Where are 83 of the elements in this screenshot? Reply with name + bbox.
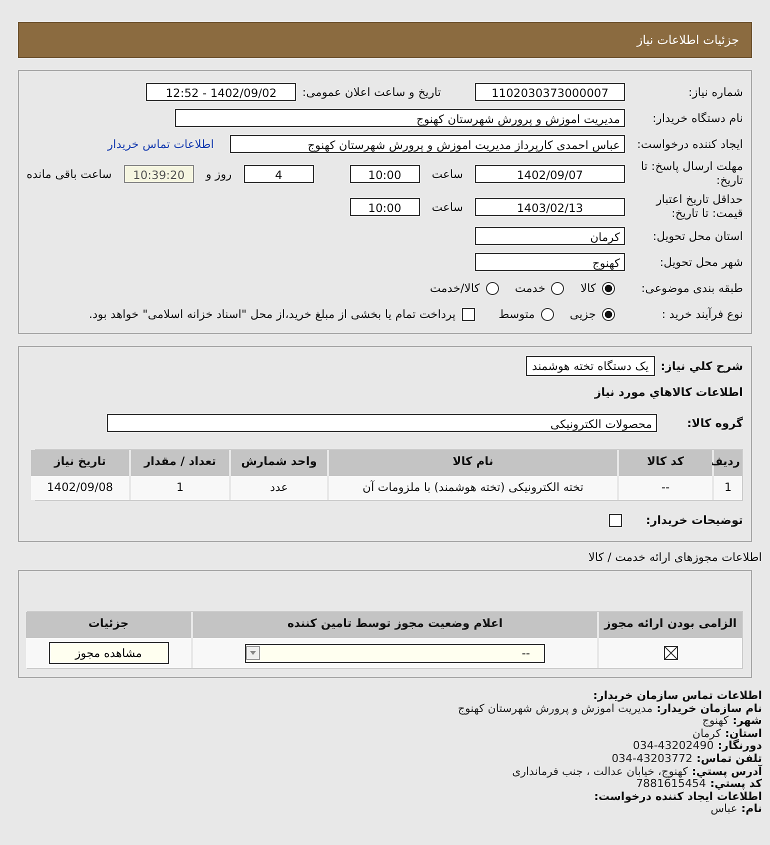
validity-time-field[interactable]: 10:00 xyxy=(350,198,420,216)
goods-group-field[interactable]: محصولات الکترونیکی xyxy=(107,414,657,432)
contact-value: کهنوج، خیابان عدالت ، جنب فرمانداری xyxy=(512,766,688,778)
field-label: شهر محل تحویل: xyxy=(658,255,743,269)
requester-field[interactable]: عباس احمدی کارپرداز مدیریت اموزش و پرورش شهرستان کهنوج xyxy=(230,135,625,153)
field-label: ایجاد کننده درخواست: xyxy=(636,137,743,151)
field-label: ساعت xyxy=(430,200,464,214)
contact-value: کهنوج xyxy=(702,715,729,728)
field-label: ساعت باقی مانده xyxy=(26,166,113,180)
field-label: گروه کالا: xyxy=(686,416,743,430)
section-title: اطلاعات مجوزهای ارائه خدمت / کالا xyxy=(587,550,762,564)
radio-button[interactable] xyxy=(551,282,564,294)
table-cell: تخته الکترونیکی (تخته هوشمند) با ملزومات آن xyxy=(327,476,617,500)
section-title: اطلاعات کالاهاي مورد نياز xyxy=(594,385,743,399)
buyer-org-field[interactable]: مدیریت اموزش و پرورش شهرستان کهنوج xyxy=(175,109,625,127)
radio-button[interactable] xyxy=(602,282,615,294)
field-label: تاریخ و ساعت اعلان عمومی: xyxy=(302,85,441,99)
contact-label: آدرس پستي: xyxy=(692,766,762,778)
view-license-button[interactable]: مشاهده مجوز xyxy=(48,642,168,664)
radio-label: کالا/خدمت xyxy=(430,281,480,295)
contact-label: استان: xyxy=(725,728,762,740)
field-label: طبقه بندی موضوعی: xyxy=(640,281,743,295)
radio-label: جزیی xyxy=(570,307,596,321)
radio-button[interactable] xyxy=(486,282,499,294)
contact-label: نام: xyxy=(741,803,762,816)
contact-value: 034-43203772 xyxy=(612,752,693,766)
field-label: نوع فرآیند خرید : xyxy=(660,307,743,321)
checkbox[interactable] xyxy=(608,514,622,526)
table-cell: -- xyxy=(617,476,712,500)
status-dropdown[interactable]: -- xyxy=(245,644,545,662)
contact-value: کرمان xyxy=(692,728,721,740)
column-header: الزامی بودن ارائه مجوز xyxy=(597,612,742,638)
contact-label: نام سازمان خریدار: xyxy=(656,702,762,715)
need-number-field[interactable]: 1102030373000007 xyxy=(475,83,625,101)
column-header: تاریخ نیاز xyxy=(29,450,129,476)
field-label: ساعت xyxy=(430,166,464,180)
field-label: توضیحات خریدار: xyxy=(646,513,743,527)
table-cell: 1 xyxy=(712,476,742,500)
radio-label: متوسط xyxy=(498,307,535,321)
field-label: روز و xyxy=(204,166,233,180)
province-field[interactable]: کرمان xyxy=(475,227,625,245)
announce-date-field[interactable]: 1402/09/02 - 12:52 xyxy=(146,83,296,101)
checkbox-label: پرداخت تمام یا بخشی از مبلغ خرید،از محل "اسناد خزانه اسلامی" خواهد بود. xyxy=(88,307,456,321)
field-label: مهلت ارسال پاسخ: تا تاریخ: xyxy=(640,160,743,187)
remaining-time-field: 10:39:20 xyxy=(124,164,194,182)
contact-heading: اطلاعات تماس سازمان خریدار: xyxy=(593,690,762,703)
column-header: نام کالا xyxy=(327,450,617,476)
validity-date-field[interactable]: 1403/02/13 xyxy=(475,198,625,216)
radio-button[interactable] xyxy=(602,308,615,320)
contact-heading: اطلاعات ایجاد کننده درخواست: xyxy=(594,790,762,804)
radio-label: خدمت xyxy=(514,281,546,295)
contact-value: 7881615454 xyxy=(636,778,706,791)
field-label: حداقل تاریخ اعتبار قیمت: تا تاریخ: xyxy=(654,193,743,220)
deadline-time-field[interactable]: 10:00 xyxy=(350,164,420,182)
page-title: جزئیات اطلاعات نیاز xyxy=(636,33,739,47)
column-header: کد کالا xyxy=(617,450,712,476)
column-header: تعداد / مقدار xyxy=(129,450,229,476)
field-label: شرح کلي نياز: xyxy=(660,359,743,373)
days-field[interactable]: 4 xyxy=(244,164,314,182)
column-header: جزئیات xyxy=(26,612,191,638)
table-cell: 1402/09/08 xyxy=(29,476,129,500)
column-header: اعلام وضعیت مجوز توسط تامین کننده xyxy=(191,612,597,638)
field-label: استان محل تحویل: xyxy=(652,229,743,243)
field-label: نام دستگاه خریدار: xyxy=(651,111,743,125)
field-label: شماره نیاز: xyxy=(687,85,743,99)
contact-label: شهر: xyxy=(732,715,762,728)
description-field[interactable]: یک دستگاه تخته هوشمند xyxy=(526,356,655,376)
table-cell: 1 xyxy=(129,476,229,500)
city-field[interactable]: کهنوج xyxy=(475,253,625,271)
radio-label: کالا xyxy=(580,281,596,295)
contact-label: دورنگار: xyxy=(718,740,762,753)
checkbox[interactable] xyxy=(462,308,475,320)
caret-icon xyxy=(246,646,260,660)
column-header: واحد شمارش xyxy=(229,450,327,476)
contact-label: کد پستي: xyxy=(710,778,762,791)
radio-button[interactable] xyxy=(540,308,554,320)
deadline-date-field[interactable]: 1402/09/07 xyxy=(475,164,625,182)
contact-value: 034-43202490 xyxy=(632,740,714,753)
buyer-contact-link[interactable]: اطلاعات تماس خریدار xyxy=(107,137,214,151)
contact-label: تلفن تماس: xyxy=(696,752,762,765)
contact-value: عباس xyxy=(710,803,738,816)
contact-value: مدیریت اموزش و پرورش شهرستان کهنوج xyxy=(458,702,653,716)
table-cell: عدد xyxy=(229,476,327,500)
